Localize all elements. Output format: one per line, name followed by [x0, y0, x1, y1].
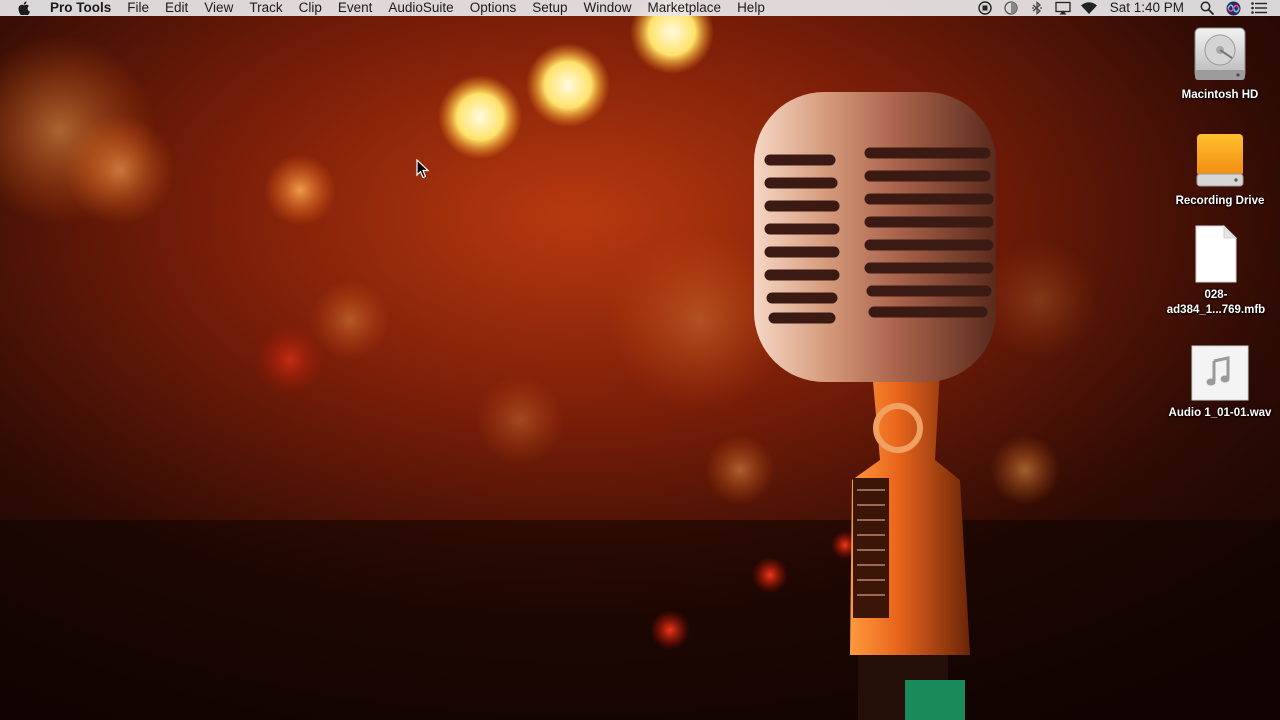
menu-edit[interactable]: Edit — [157, 0, 196, 16]
menu-view[interactable]: View — [196, 0, 241, 16]
menu-setup[interactable]: Setup — [524, 0, 575, 16]
record-icon[interactable] — [976, 0, 994, 16]
menu-options[interactable]: Options — [462, 0, 525, 16]
audio-file-icon — [1190, 344, 1250, 402]
siri-icon[interactable] — [1224, 0, 1242, 16]
notification-center-icon[interactable] — [1250, 0, 1268, 16]
wifi-icon[interactable] — [1080, 0, 1098, 16]
menu-file[interactable]: File — [119, 0, 157, 16]
hard-drive-icon — [1192, 26, 1248, 84]
menu-app-name[interactable]: Pro Tools — [46, 0, 119, 16]
menu-window[interactable]: Window — [576, 0, 640, 16]
desktop-icon-audio-wav[interactable]: Audio 1_01-01.wav — [1160, 344, 1280, 421]
desktop-icon-macintosh-hd[interactable]: Macintosh HD — [1160, 26, 1280, 103]
desktop[interactable]: Pro Tools File Edit View Track Clip Even… — [0, 0, 1280, 720]
menu-bar: Pro Tools File Edit View Track Clip Even… — [0, 0, 1280, 16]
airplay-icon[interactable] — [1054, 0, 1072, 16]
desktop-icon-label: Macintosh HD — [1181, 89, 1259, 101]
desktop-icon-label: Audio 1_01-01.wav — [1168, 407, 1272, 419]
document-icon — [1193, 224, 1239, 284]
spotlight-icon[interactable] — [1198, 0, 1216, 16]
menu-help[interactable]: Help — [729, 0, 773, 16]
external-drive-icon — [1194, 132, 1246, 190]
desktop-icon-recording-drive[interactable]: Recording Drive — [1160, 132, 1280, 209]
menu-event[interactable]: Event — [330, 0, 381, 16]
apple-icon[interactable] — [16, 0, 32, 16]
mouse-cursor-icon — [416, 159, 430, 179]
bluetooth-icon[interactable] — [1028, 0, 1046, 16]
menu-audiosuite[interactable]: AudioSuite — [380, 0, 461, 16]
desktop-icon-label: Recording Drive — [1175, 195, 1265, 207]
desktop-icon-mfb-file[interactable]: 028- ad384_1...769.mfb — [1156, 224, 1276, 318]
status-area: Sat 1:40 PM — [972, 0, 1280, 16]
microphone-bokeh-wallpaper — [0, 0, 1280, 720]
display-icon[interactable] — [1002, 0, 1020, 16]
desktop-icon-label: 028- ad384_1...769.mfb — [1166, 289, 1266, 316]
menu-marketplace[interactable]: Marketplace — [640, 0, 730, 16]
menu-track[interactable]: Track — [241, 0, 290, 16]
menu-clip[interactable]: Clip — [291, 0, 330, 16]
clock[interactable]: Sat 1:40 PM — [1102, 0, 1194, 16]
